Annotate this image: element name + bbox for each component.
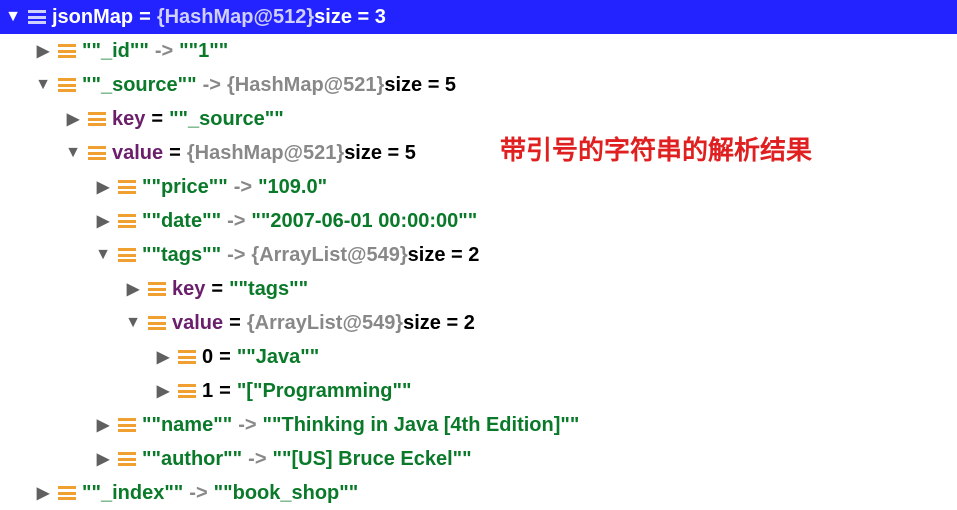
object-icon <box>118 180 136 194</box>
tree-row-price[interactable]: ""price"" -> "109.0" <box>0 170 957 204</box>
equals: = <box>133 6 157 29</box>
annotation-text: 带引号的字符串的解析结果 <box>500 130 812 167</box>
map-value: ""Thinking in Java [4th Edition]"" <box>263 414 580 437</box>
object-icon <box>118 452 136 466</box>
equals: = <box>145 108 169 131</box>
list-value: "["Programming"" <box>237 380 412 403</box>
expand-arrow-icon[interactable] <box>60 144 86 162</box>
expand-arrow-icon[interactable] <box>90 415 116 435</box>
object-icon <box>118 418 136 432</box>
size-label: size = 5 <box>384 74 456 97</box>
expand-arrow-icon[interactable] <box>90 211 116 231</box>
tree-row-source-key[interactable]: key = ""_source"" <box>0 102 957 136</box>
expand-arrow-icon[interactable] <box>150 347 176 367</box>
field-name: value <box>112 142 163 165</box>
tree-row-name[interactable]: ""name"" -> ""Thinking in Java [4th Edit… <box>0 408 957 442</box>
object-ref: {ArrayList@549} <box>251 244 407 267</box>
size-label: size = 3 <box>314 6 386 29</box>
tree-row-source-value[interactable]: value = {HashMap@521} size = 5 <box>0 136 957 170</box>
map-key: ""_id"" <box>82 40 149 63</box>
equals: = <box>223 312 247 335</box>
map-key: ""name"" <box>142 414 232 437</box>
map-value: ""2007-06-01 00:00:00"" <box>251 210 477 233</box>
object-icon <box>148 316 166 330</box>
object-icon <box>118 248 136 262</box>
field-value: ""_source"" <box>169 108 284 131</box>
arrow-icon: -> <box>221 210 251 233</box>
arrow-icon: -> <box>221 244 251 267</box>
map-value: "109.0" <box>258 176 327 199</box>
expand-arrow-icon[interactable] <box>0 8 26 26</box>
equals: = <box>163 142 187 165</box>
arrow-icon: -> <box>232 414 262 437</box>
index-label: 1 <box>202 380 213 403</box>
expand-arrow-icon[interactable] <box>90 246 116 264</box>
map-value: ""1"" <box>179 40 228 63</box>
map-key: ""_index"" <box>82 482 183 505</box>
object-icon <box>88 112 106 126</box>
object-icon <box>148 282 166 296</box>
expand-arrow-icon[interactable] <box>30 41 56 61</box>
map-value: ""book_shop"" <box>214 482 359 505</box>
expand-arrow-icon[interactable] <box>30 483 56 503</box>
size-label: size = 2 <box>403 312 475 335</box>
tree-row-list-item-0[interactable]: 0 = ""Java"" <box>0 340 957 374</box>
tree-row-tags-key[interactable]: key = ""tags"" <box>0 272 957 306</box>
object-icon <box>58 486 76 500</box>
size-label: size = 5 <box>344 142 416 165</box>
map-key: ""date"" <box>142 210 221 233</box>
tree-row-author[interactable]: ""author"" -> ""[US] Bruce Eckel"" <box>0 442 957 476</box>
tree-row-list-item-1[interactable]: 1 = "["Programming"" <box>0 374 957 408</box>
object-ref: {HashMap@512} <box>157 6 314 29</box>
object-ref: {HashMap@521} <box>227 74 384 97</box>
map-key: ""tags"" <box>142 244 221 267</box>
equals: = <box>205 278 229 301</box>
object-icon <box>28 10 46 24</box>
expand-arrow-icon[interactable] <box>90 177 116 197</box>
equals: = <box>213 380 237 403</box>
object-icon <box>58 44 76 58</box>
tree-row-index[interactable]: ""_index"" -> ""book_shop"" <box>0 476 957 510</box>
equals: = <box>213 346 237 369</box>
expand-arrow-icon[interactable] <box>90 449 116 469</box>
tree-row-id[interactable]: ""_id"" -> ""1"" <box>0 34 957 68</box>
expand-arrow-icon[interactable] <box>60 109 86 129</box>
expand-arrow-icon[interactable] <box>120 279 146 299</box>
object-icon <box>178 384 196 398</box>
object-icon <box>88 146 106 160</box>
arrow-icon: -> <box>149 40 179 63</box>
object-ref: {ArrayList@549} <box>247 312 403 335</box>
map-value: ""[US] Bruce Eckel"" <box>273 448 472 471</box>
arrow-icon: -> <box>183 482 213 505</box>
arrow-icon: -> <box>242 448 272 471</box>
size-label: size = 2 <box>408 244 480 267</box>
map-key: ""price"" <box>142 176 228 199</box>
object-icon <box>118 214 136 228</box>
field-name: key <box>112 108 145 131</box>
expand-arrow-icon[interactable] <box>150 381 176 401</box>
tree-row-tags-value[interactable]: value = {ArrayList@549} size = 2 <box>0 306 957 340</box>
index-label: 0 <box>202 346 213 369</box>
list-value: ""Java"" <box>237 346 319 369</box>
expand-arrow-icon[interactable] <box>30 76 56 94</box>
arrow-icon: -> <box>197 74 227 97</box>
tree-row-source[interactable]: ""_source"" -> {HashMap@521} size = 5 <box>0 68 957 102</box>
field-name: key <box>172 278 205 301</box>
map-key: ""author"" <box>142 448 242 471</box>
map-key: ""_source"" <box>82 74 197 97</box>
object-icon <box>58 78 76 92</box>
object-icon <box>178 350 196 364</box>
object-ref: {HashMap@521} <box>187 142 344 165</box>
var-name: jsonMap <box>52 6 133 29</box>
arrow-icon: -> <box>228 176 258 199</box>
expand-arrow-icon[interactable] <box>120 314 146 332</box>
debugger-root-row[interactable]: jsonMap = {HashMap@512} size = 3 <box>0 0 957 34</box>
field-name: value <box>172 312 223 335</box>
field-value: ""tags"" <box>229 278 308 301</box>
tree-row-tags[interactable]: ""tags"" -> {ArrayList@549} size = 2 <box>0 238 957 272</box>
tree-row-date[interactable]: ""date"" -> ""2007-06-01 00:00:00"" <box>0 204 957 238</box>
